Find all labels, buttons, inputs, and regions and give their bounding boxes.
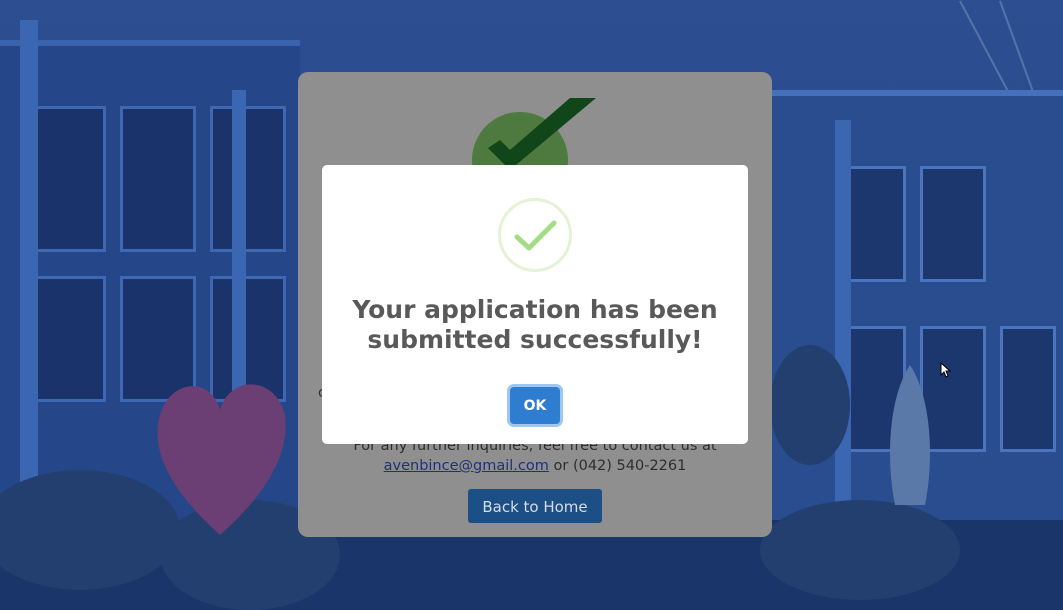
- ok-button[interactable]: OK: [510, 387, 560, 424]
- mouse-cursor-icon: [940, 361, 952, 378]
- success-check-icon: [498, 198, 572, 272]
- email-link[interactable]: avenbince@gmail.com: [384, 458, 549, 474]
- dialog-title-line1: Your application has been: [352, 295, 718, 324]
- contact-phone: (042) 540-2261: [572, 458, 687, 474]
- dialog-title-line2: submitted successfully!: [367, 325, 703, 354]
- success-dialog: Your application has been submitted succ…: [322, 165, 748, 444]
- back-to-home-button[interactable]: Back to Home: [468, 489, 602, 523]
- dialog-title: Your application has been submitted succ…: [322, 295, 748, 355]
- heart-sculpture: [150, 370, 290, 540]
- contact-or: or: [548, 458, 573, 474]
